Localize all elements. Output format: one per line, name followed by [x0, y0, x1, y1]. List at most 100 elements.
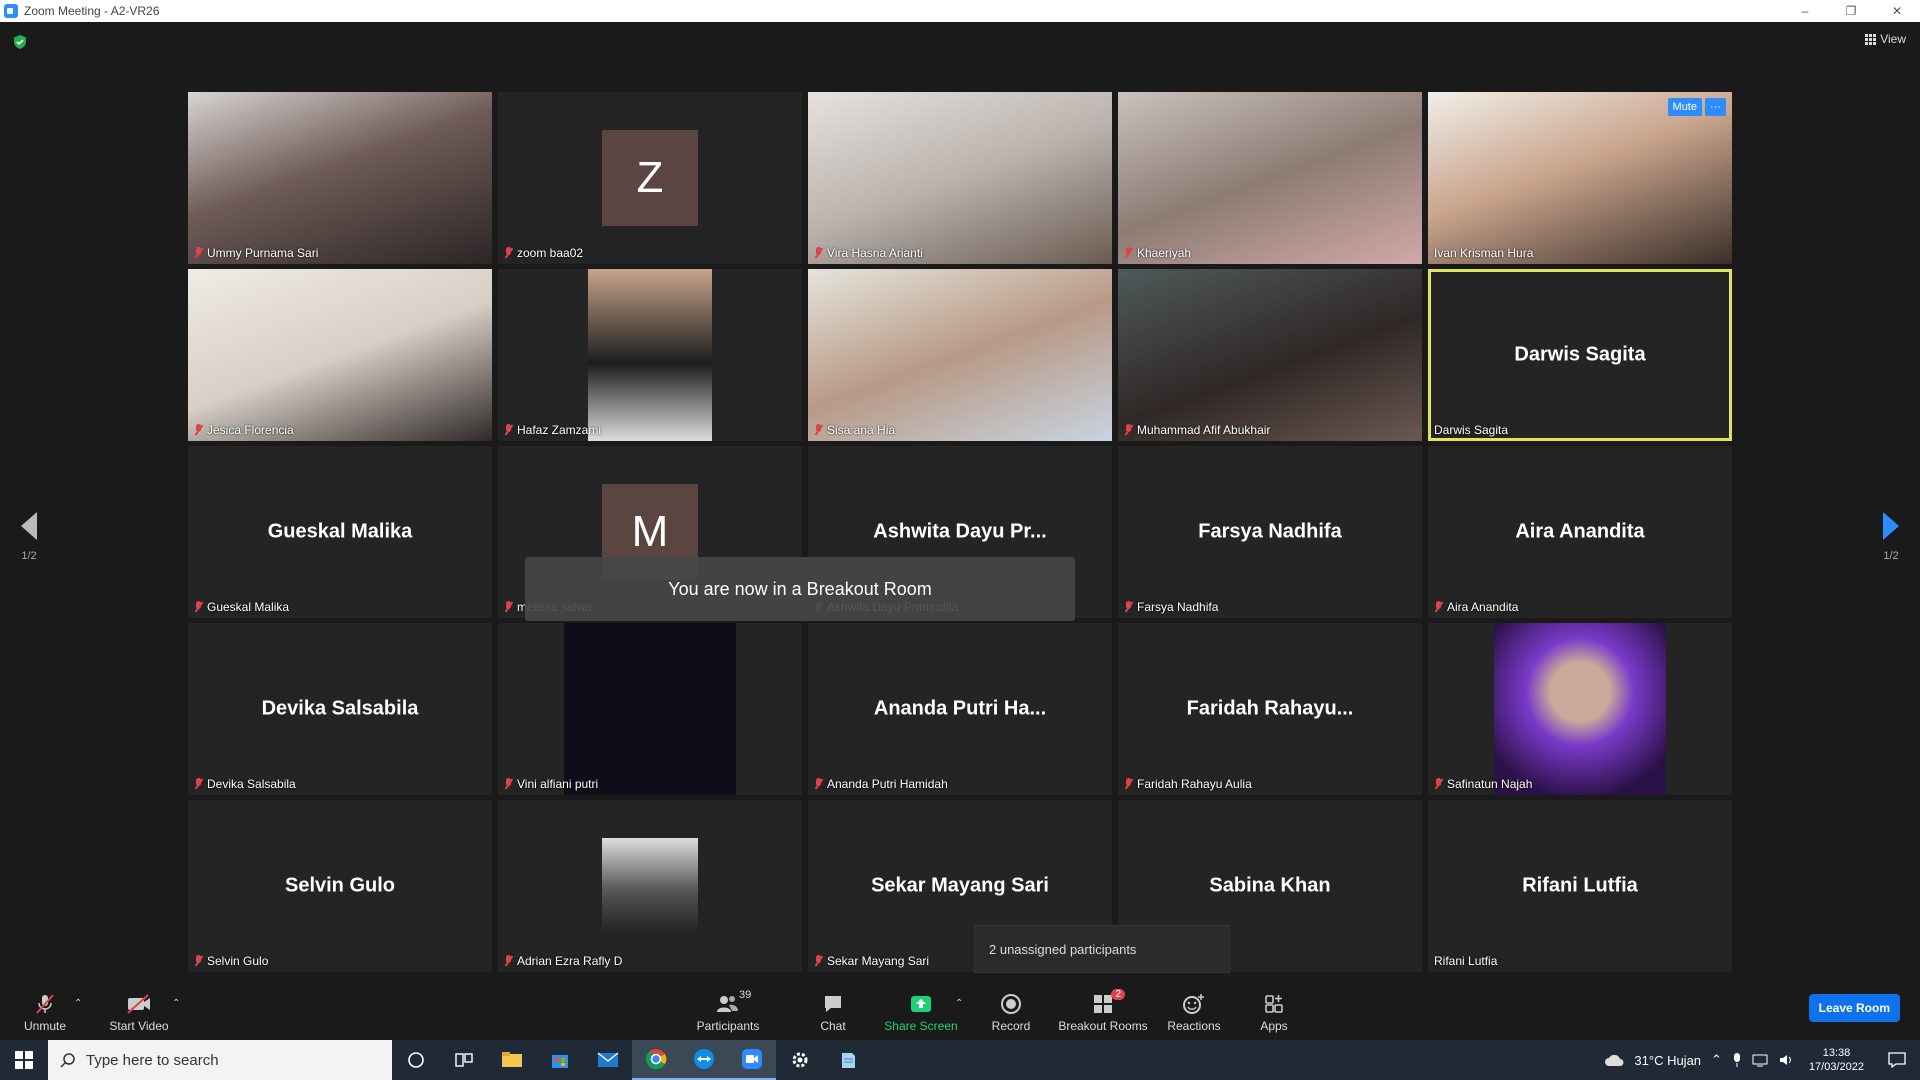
leave-room-button[interactable]: Leave Room [1808, 994, 1900, 1022]
participant-tile[interactable]: Sisa ana Hia [808, 269, 1112, 441]
participant-name-label: Selvin Gulo [194, 954, 268, 968]
share-screen-button[interactable]: Share Screen [884, 980, 958, 1040]
participant-tile[interactable]: Faridah Rahayu... Faridah Rahayu Aulia [1118, 623, 1422, 795]
notepad-icon[interactable] [824, 1040, 872, 1080]
record-button[interactable]: Record [990, 980, 1032, 1040]
participant-name-label: Safinatun Najah [1434, 777, 1532, 791]
participant-name: Vira Hasna Arianti [827, 246, 923, 260]
windows-start-button[interactable] [0, 1040, 48, 1080]
breakout-rooms-button[interactable]: 2 Breakout Rooms [1058, 980, 1148, 1040]
participant-tile[interactable]: Adrian Ezra Rafly D [498, 800, 802, 972]
microsoft-store-icon[interactable] [536, 1040, 584, 1080]
tile-mute-button[interactable]: Mute [1667, 98, 1702, 116]
participant-tile[interactable]: Devika Salsabila Devika Salsabila [188, 623, 492, 795]
share-options-caret-icon[interactable]: ⌃ [955, 998, 963, 1009]
file-explorer-icon[interactable] [488, 1040, 536, 1080]
view-button[interactable]: View [1865, 32, 1906, 46]
participant-name: Hafaz Zamzami [517, 423, 602, 437]
task-view-icon[interactable] [440, 1040, 488, 1080]
muted-mic-icon [504, 601, 513, 613]
participant-name: Faridah Rahayu Aulia [1137, 777, 1252, 791]
participant-name: Ummy Purnama Sari [207, 246, 319, 260]
prev-page-button[interactable]: 1/2 [14, 512, 44, 562]
participant-display-name: Farsya Nadhifa [1198, 520, 1342, 543]
participants-icon: 39 [715, 989, 751, 1017]
zoom-taskbar-icon[interactable] [728, 1040, 776, 1080]
taskbar-clock[interactable]: 13:38 17/03/2022 [1799, 1046, 1874, 1074]
restore-button[interactable]: ❐ [1828, 0, 1874, 22]
muted-mic-icon [504, 778, 513, 790]
muted-mic-icon [814, 247, 823, 259]
reactions-button[interactable]: Reactions [1166, 980, 1222, 1040]
network-icon[interactable] [1747, 1053, 1773, 1067]
clock-date: 17/03/2022 [1808, 1061, 1864, 1073]
participant-name-label: Hafaz Zamzami [504, 423, 601, 437]
participant-tile[interactable]: Vini alfiani putri [498, 623, 802, 795]
participant-tile[interactable]: Farsya Nadhifa Farsya Nadhifa [1118, 446, 1422, 618]
participant-tile[interactable]: Mute ··· Ivan Krisman Hura [1428, 92, 1732, 264]
breakout-rooms-label: Breakout Rooms [1058, 1019, 1148, 1033]
reactions-label: Reactions [1167, 1019, 1221, 1033]
windows-logo-icon [15, 1051, 33, 1069]
next-page-button[interactable]: 1/2 [1876, 512, 1906, 562]
participant-tile[interactable]: Selvin Gulo Selvin Gulo [188, 800, 492, 972]
participant-tile[interactable]: Safinatun Najah [1428, 623, 1732, 795]
encryption-shield-icon[interactable] [12, 34, 28, 50]
participant-name-label: Ivan Krisman Hura [1434, 246, 1533, 260]
close-button[interactable]: ✕ [1874, 0, 1920, 22]
participant-tile[interactable]: Zzoom baa02 [498, 92, 802, 264]
muted-mic-icon [1124, 247, 1133, 259]
page-indicator-left: 1/2 [21, 550, 37, 562]
participant-name-label: Khaeriyah [1124, 246, 1191, 260]
participant-name-label: Darwis Sagita [1434, 423, 1508, 437]
tile-more-button[interactable]: ··· [1705, 98, 1726, 116]
unmute-button[interactable]: Unmute [20, 980, 70, 1040]
volume-icon[interactable] [1773, 1053, 1799, 1067]
weather-label[interactable]: 31°C Hujan [1629, 1053, 1706, 1068]
participant-name: Selvin Gulo [207, 954, 269, 968]
participants-button[interactable]: 39 Participants [690, 980, 766, 1040]
minimize-button[interactable]: – [1782, 0, 1828, 22]
participant-video [808, 269, 1112, 441]
mail-icon[interactable] [584, 1040, 632, 1080]
window-titlebar: Zoom Meeting - A2-VR26 – ❐ ✕ [0, 0, 1920, 22]
participant-tile[interactable]: Ananda Putri Ha... Ananda Putri Hamidah [808, 623, 1112, 795]
video-options-caret-icon[interactable]: ⌃ [172, 998, 180, 1009]
start-video-label: Start Video [109, 1019, 169, 1033]
muted-mic-icon [194, 247, 203, 259]
participant-name: Safinatun Najah [1447, 777, 1533, 791]
participant-tile[interactable]: Rifani Lutfia Rifani Lutfia [1428, 800, 1732, 972]
tray-microphone-icon[interactable] [1727, 1052, 1747, 1068]
action-center-icon[interactable] [1874, 1052, 1920, 1068]
muted-mic-icon [504, 247, 513, 259]
teamviewer-icon[interactable] [680, 1040, 728, 1080]
participant-name: Khaeriyah [1137, 246, 1192, 260]
participant-tile[interactable]: Ummy Purnama Sari [188, 92, 492, 264]
taskbar-search-box[interactable]: Type here to search [48, 1040, 392, 1080]
chrome-icon[interactable] [632, 1040, 680, 1080]
participant-tile[interactable]: Gueskal Malika Gueskal Malika [188, 446, 492, 618]
clock-time: 13:38 [1822, 1047, 1851, 1059]
participant-tile[interactable]: Aira Anandita Aira Anandita [1428, 446, 1732, 618]
audio-options-caret-icon[interactable]: ⌃ [74, 998, 82, 1009]
participant-video [808, 92, 1112, 264]
participant-tile[interactable]: Jesica Florencia [188, 269, 492, 441]
participant-name-label: Faridah Rahayu Aulia [1124, 777, 1252, 791]
participant-tile[interactable]: Darwis Sagita Darwis Sagita [1428, 269, 1732, 441]
apps-button[interactable]: Apps [1256, 980, 1292, 1040]
participant-tile[interactable]: Vira Hasna Arianti [808, 92, 1112, 264]
settings-gear-icon[interactable] [776, 1040, 824, 1080]
participant-name: Vini alfiani putri [517, 777, 599, 791]
tray-chevron-up-icon[interactable]: ⌃ [1706, 1052, 1727, 1068]
breakout-rooms-icon: 2 [1091, 989, 1125, 1017]
participant-tile[interactable]: Hafaz Zamzami [498, 269, 802, 441]
start-video-button[interactable]: Start Video [106, 980, 172, 1040]
chat-button[interactable]: Chat [812, 980, 854, 1040]
cortana-icon[interactable] [392, 1040, 440, 1080]
weather-cloud-icon[interactable] [1599, 1052, 1629, 1068]
search-icon [60, 1053, 75, 1068]
record-icon [999, 991, 1023, 1017]
participant-tile[interactable]: Khaeriyah [1118, 92, 1422, 264]
record-label: Record [991, 1019, 1031, 1033]
participant-tile[interactable]: Muhammad Afif Abukhair [1118, 269, 1422, 441]
